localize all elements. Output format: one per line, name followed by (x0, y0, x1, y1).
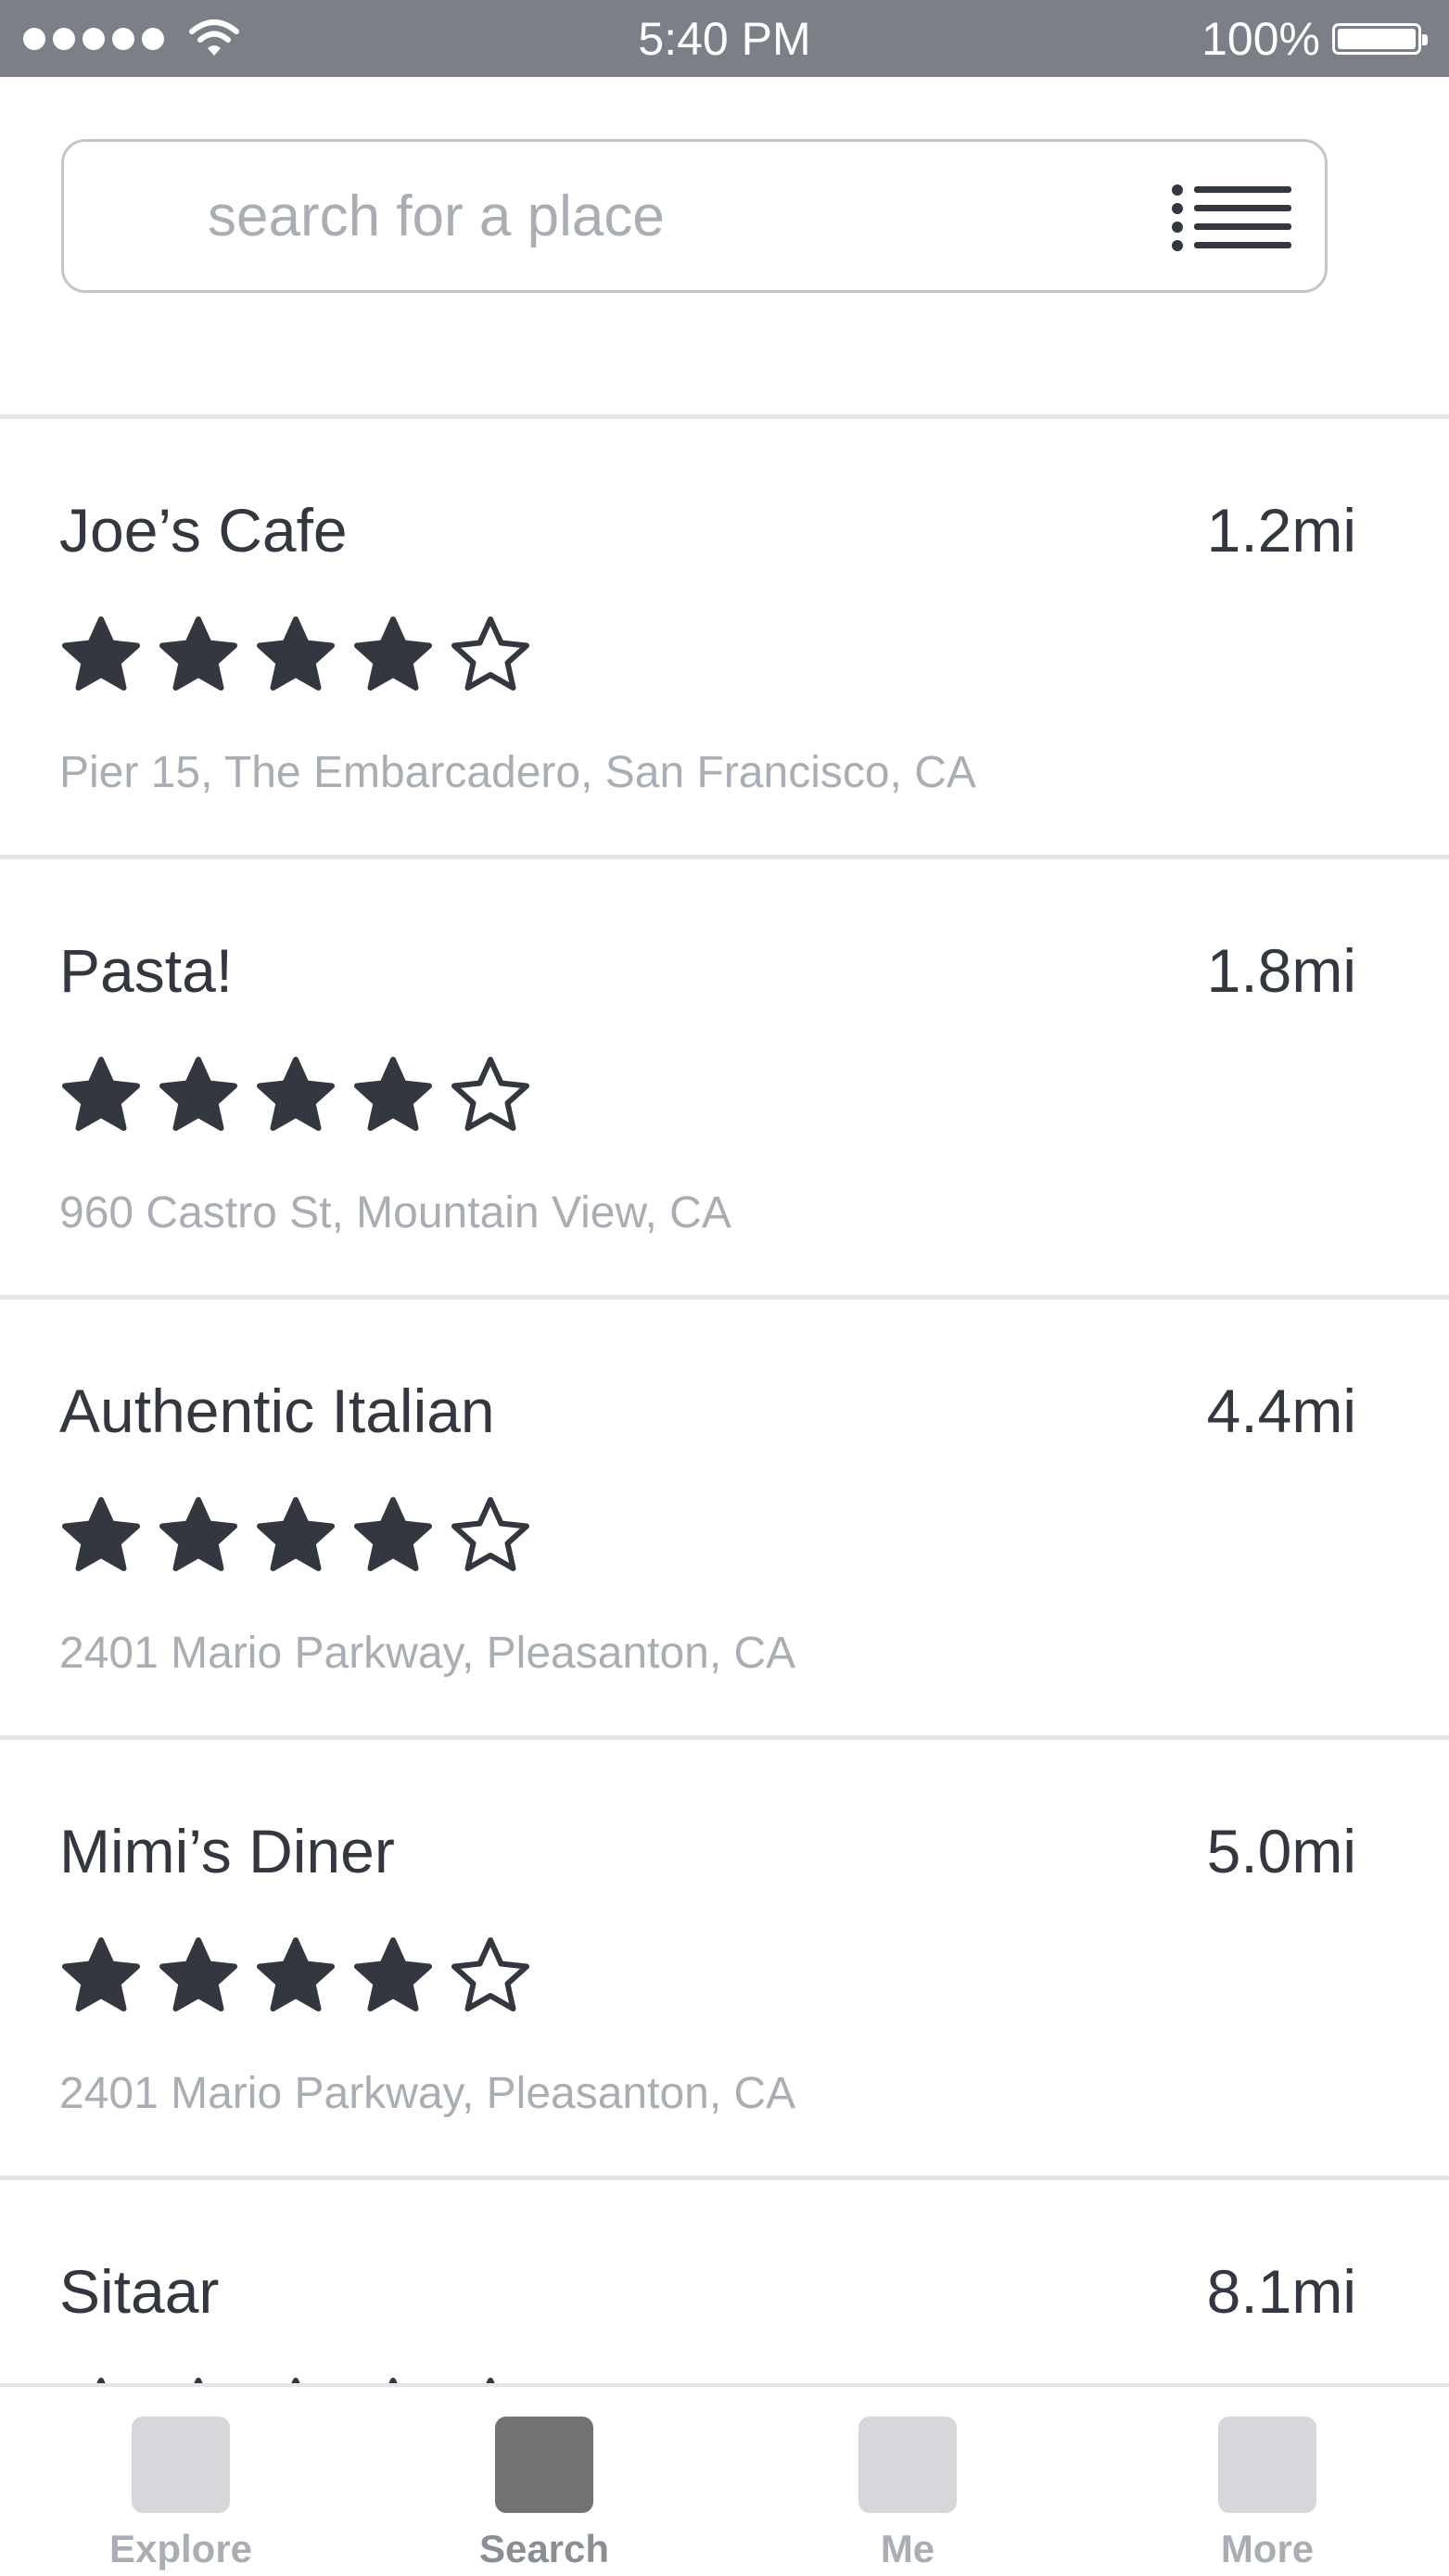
star-empty-icon (451, 1057, 529, 1131)
star-filled-icon (159, 1937, 237, 2011)
place-list-item[interactable]: Authentic Italian 4.4mi 2401 Mario Parkway… (0, 1300, 1449, 1740)
star-filled-icon (62, 1057, 140, 1131)
place-distance: 4.4mi (1206, 1377, 1356, 1445)
tab-label: More (1220, 2527, 1315, 2570)
star-filled-icon (159, 1497, 237, 1571)
star-filled-icon (257, 1057, 335, 1131)
place-list-item[interactable]: Pasta! 1.8mi 960 Castro St, Mountain View,… (0, 859, 1449, 1300)
star-filled-icon (62, 1937, 140, 2011)
tab-label: Explore (108, 2527, 253, 2570)
place-address: Pier 15, The Embarcadero, San Francisco,… (59, 748, 976, 797)
battery-icon (1332, 23, 1428, 55)
tab-label: Search (478, 2527, 610, 2570)
explore-icon (132, 2417, 230, 2513)
star-filled-icon (257, 1937, 335, 2011)
place-distance: 5.0mi (1206, 1817, 1356, 1885)
star-filled-icon (62, 1497, 140, 1571)
battery-percentage: 100% (1201, 13, 1320, 65)
place-distance: 8.1mi (1206, 2257, 1356, 2326)
star-empty-icon (451, 1497, 529, 1571)
place-name: Joe’s Cafe (59, 496, 348, 565)
star-filled-icon (257, 616, 335, 691)
star-filled-icon (354, 1497, 432, 1571)
place-name: Authentic Italian (59, 1377, 495, 1445)
place-list-item[interactable]: Sitaar 8.1mi (0, 2180, 1449, 2390)
status-bar: 5:40 PM 100% (0, 0, 1449, 77)
tab-more[interactable]: More (1128, 2387, 1406, 2576)
place-distance: 1.2mi (1206, 496, 1356, 565)
place-name: Mimi’s Diner (59, 1817, 395, 1885)
search-input[interactable] (208, 177, 1135, 255)
place-name: Sitaar (59, 2257, 220, 2326)
tab-me[interactable]: Me (769, 2387, 1047, 2576)
star-filled-icon (257, 1497, 335, 1571)
star-rating (59, 1494, 532, 1578)
list-menu-icon[interactable] (1171, 183, 1291, 255)
star-filled-icon (354, 616, 432, 691)
more-icon (1218, 2417, 1316, 2513)
star-rating (59, 1054, 532, 1137)
place-address: 960 Castro St, Mountain View, CA (59, 1188, 731, 1237)
star-filled-icon (354, 1057, 432, 1131)
star-filled-icon (159, 1057, 237, 1131)
star-empty-icon (451, 1937, 529, 2011)
star-filled-icon (62, 616, 140, 691)
place-distance: 1.8mi (1206, 936, 1356, 1005)
me-icon (858, 2417, 957, 2513)
star-empty-icon (451, 616, 529, 691)
star-rating (59, 1935, 532, 2018)
place-list: Joe’s Cafe 1.2mi Pier 15, The Embarcadero,… (0, 414, 1449, 2390)
tab-bar: Explore Search Me More (0, 2383, 1449, 2576)
star-filled-icon (354, 1937, 432, 2011)
tab-search[interactable]: Search (405, 2387, 683, 2576)
tab-explore[interactable]: Explore (42, 2387, 320, 2576)
place-address: 2401 Mario Parkway, Pleasanton, CA (59, 1629, 796, 1678)
place-list-item[interactable]: Joe’s Cafe 1.2mi Pier 15, The Embarcadero,… (0, 419, 1449, 859)
search-bar (61, 139, 1328, 293)
star-rating (59, 614, 532, 697)
tab-label: Me (880, 2527, 935, 2570)
place-list-item[interactable]: Mimi’s Diner 5.0mi 2401 Mario Parkway, Ple… (0, 1740, 1449, 2180)
place-address: 2401 Mario Parkway, Pleasanton, CA (59, 2069, 796, 2118)
place-name: Pasta! (59, 936, 234, 1005)
search-tab-icon (495, 2417, 593, 2513)
star-filled-icon (159, 616, 237, 691)
